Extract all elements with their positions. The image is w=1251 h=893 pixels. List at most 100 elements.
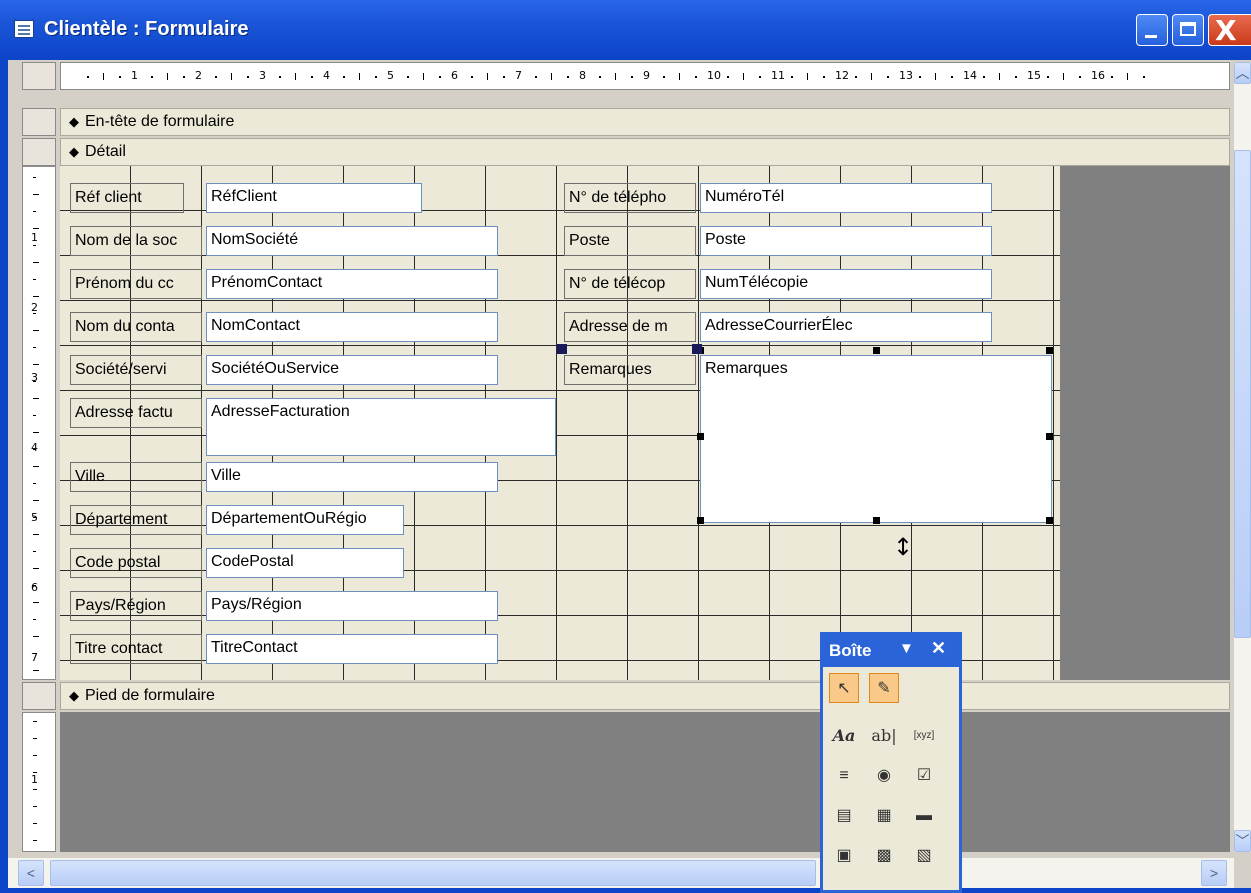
resize-handle[interactable]	[873, 517, 880, 524]
detail-empty-area	[1060, 166, 1230, 680]
control-wizards-icon[interactable]: ✎	[869, 673, 899, 703]
command-button-tool-icon[interactable]: ▬	[909, 801, 939, 831]
field-label[interactable]: Nom de la soc	[70, 226, 202, 256]
toolbox-menu-icon[interactable]: ▼	[899, 640, 914, 657]
scroll-right-icon[interactable]: >	[1201, 860, 1227, 886]
check-box-tool-icon[interactable]: ☑	[909, 761, 939, 791]
ruler-number: 1	[131, 69, 138, 82]
horizontal-scroll-thumb[interactable]	[50, 860, 816, 886]
combo-box-tool-icon[interactable]: ▤	[829, 801, 859, 831]
field-label[interactable]: Pays/Région	[70, 591, 202, 621]
footer-empty-area	[60, 712, 1230, 852]
text-box[interactable]: Pays/Région	[206, 591, 498, 621]
toggle-button-tool-icon[interactable]: ≡	[829, 761, 859, 791]
resize-handle[interactable]	[1046, 433, 1053, 440]
scroll-left-icon[interactable]: <	[18, 860, 44, 886]
form-header-bar[interactable]: ◆ En-tête de formulaire	[60, 108, 1230, 136]
minimize-button[interactable]	[1136, 14, 1168, 46]
text-box[interactable]: NumTélécopie	[700, 269, 992, 299]
ruler-number: 6	[451, 69, 458, 82]
ruler-number: 6	[31, 581, 38, 594]
detail-bar[interactable]: ◆ Détail	[60, 138, 1230, 166]
ruler-number: 1	[31, 773, 38, 786]
resize-handle[interactable]	[873, 347, 880, 354]
field-label[interactable]: N° de télépho	[564, 183, 696, 213]
text-box-tool-icon[interactable]: ab|	[869, 721, 899, 751]
text-box[interactable]: SociétéOuService	[206, 355, 498, 385]
field-label[interactable]: Poste	[564, 226, 696, 256]
text-box[interactable]: RéfClient	[206, 183, 422, 213]
field-label[interactable]: Remarques	[564, 355, 696, 385]
form-footer-bar[interactable]: ◆ Pied de formulaire	[60, 682, 1230, 710]
section-arrow-icon: ◆	[69, 114, 79, 129]
label-tool-icon[interactable]: Aa	[829, 721, 859, 751]
ruler-number: 3	[31, 371, 38, 384]
ruler-number: 14	[963, 69, 977, 82]
unbound-object-frame-icon[interactable]: ▩	[869, 841, 899, 871]
horizontal-ruler[interactable]: 1 2 3 4 5 6 7 8 9 10 11 12 13 14 15 16	[60, 62, 1230, 90]
text-box[interactable]: Remarques	[700, 355, 1052, 523]
vertical-ruler-footer[interactable]: 1	[22, 712, 56, 852]
text-box[interactable]: NomContact	[206, 312, 498, 342]
field-label[interactable]: Ville	[70, 462, 202, 492]
text-box[interactable]: PrénomContact	[206, 269, 498, 299]
option-group-tool-icon[interactable]: [xyz]	[909, 721, 939, 751]
field-label[interactable]: Adresse de m	[564, 312, 696, 342]
ruler-number: 3	[259, 69, 266, 82]
move-handle[interactable]	[692, 344, 702, 354]
field-label[interactable]: Société/servi	[70, 355, 202, 385]
field-label[interactable]: Nom du conta	[70, 312, 202, 342]
resize-cursor-icon: ↕	[893, 533, 914, 561]
toolbox-close-icon[interactable]: ✕	[931, 638, 946, 659]
window-title: Clientèle : Formulaire	[44, 18, 249, 40]
bound-object-frame-icon[interactable]: ▧	[909, 841, 939, 871]
toolbox-panel[interactable]: Boîte ▼ ✕ ↖ ✎ Aa ab| [xyz] ≡ ◉ ☑ ▤ ▦ ▬ ▣…	[820, 632, 962, 893]
ruler-number: 11	[771, 69, 785, 82]
maximize-button[interactable]	[1172, 14, 1204, 46]
field-label[interactable]: Code postal	[70, 548, 202, 578]
text-box[interactable]: TitreContact	[206, 634, 498, 664]
vertical-scroll-thumb[interactable]	[1234, 150, 1251, 638]
text-box[interactable]: AdresseFacturation	[206, 398, 556, 456]
footer-section-selector[interactable]	[22, 682, 56, 710]
vertical-scrollbar[interactable]: ︿ ﹀	[1234, 62, 1251, 852]
resize-handle[interactable]	[1046, 347, 1053, 354]
text-box[interactable]: NomSociété	[206, 226, 498, 256]
select-pointer-icon[interactable]: ↖	[829, 673, 859, 703]
field-label[interactable]: Titre contact	[70, 634, 202, 664]
ruler-number: 10	[707, 69, 721, 82]
scroll-up-icon[interactable]: ︿	[1234, 62, 1251, 84]
ruler-number: 13	[899, 69, 913, 82]
section-arrow-icon: ◆	[69, 688, 79, 703]
horizontal-scrollbar[interactable]: < >	[8, 858, 1234, 888]
image-tool-icon[interactable]: ▣	[829, 841, 859, 871]
text-box[interactable]: DépartementOuRégio	[206, 505, 404, 535]
option-button-tool-icon[interactable]: ◉	[869, 761, 899, 791]
field-label[interactable]: Prénom du cc	[70, 269, 202, 299]
resize-handle[interactable]	[697, 433, 704, 440]
resize-handle[interactable]	[697, 517, 704, 524]
detail-section-selector[interactable]	[22, 138, 56, 166]
text-box[interactable]: AdresseCourrierÉlec	[700, 312, 992, 342]
resize-handle[interactable]	[1046, 517, 1053, 524]
header-section-selector[interactable]	[22, 108, 56, 136]
vertical-ruler-detail[interactable]: 1234567	[22, 166, 56, 680]
field-label[interactable]: N° de télécop	[564, 269, 696, 299]
field-label[interactable]: Adresse factu	[70, 398, 202, 428]
move-handle[interactable]	[557, 344, 567, 354]
form-icon	[14, 20, 34, 38]
text-box[interactable]: Ville	[206, 462, 498, 492]
list-box-tool-icon[interactable]: ▦	[869, 801, 899, 831]
form-selector[interactable]	[22, 62, 56, 90]
ruler-number: 1	[31, 231, 38, 244]
field-label[interactable]: Réf client	[70, 183, 184, 213]
ruler-number: 12	[835, 69, 849, 82]
title-bar[interactable]: Clientèle : Formulaire X	[0, 0, 1251, 58]
text-box[interactable]: NuméroTél	[700, 183, 992, 213]
close-button[interactable]: X	[1208, 14, 1251, 47]
text-box[interactable]: Poste	[700, 226, 992, 256]
text-box[interactable]: CodePostal	[206, 548, 404, 578]
field-label[interactable]: Département	[70, 505, 202, 535]
toolbox-title-bar[interactable]: Boîte ▼ ✕	[823, 635, 959, 667]
scroll-down-icon[interactable]: ﹀	[1234, 830, 1251, 852]
